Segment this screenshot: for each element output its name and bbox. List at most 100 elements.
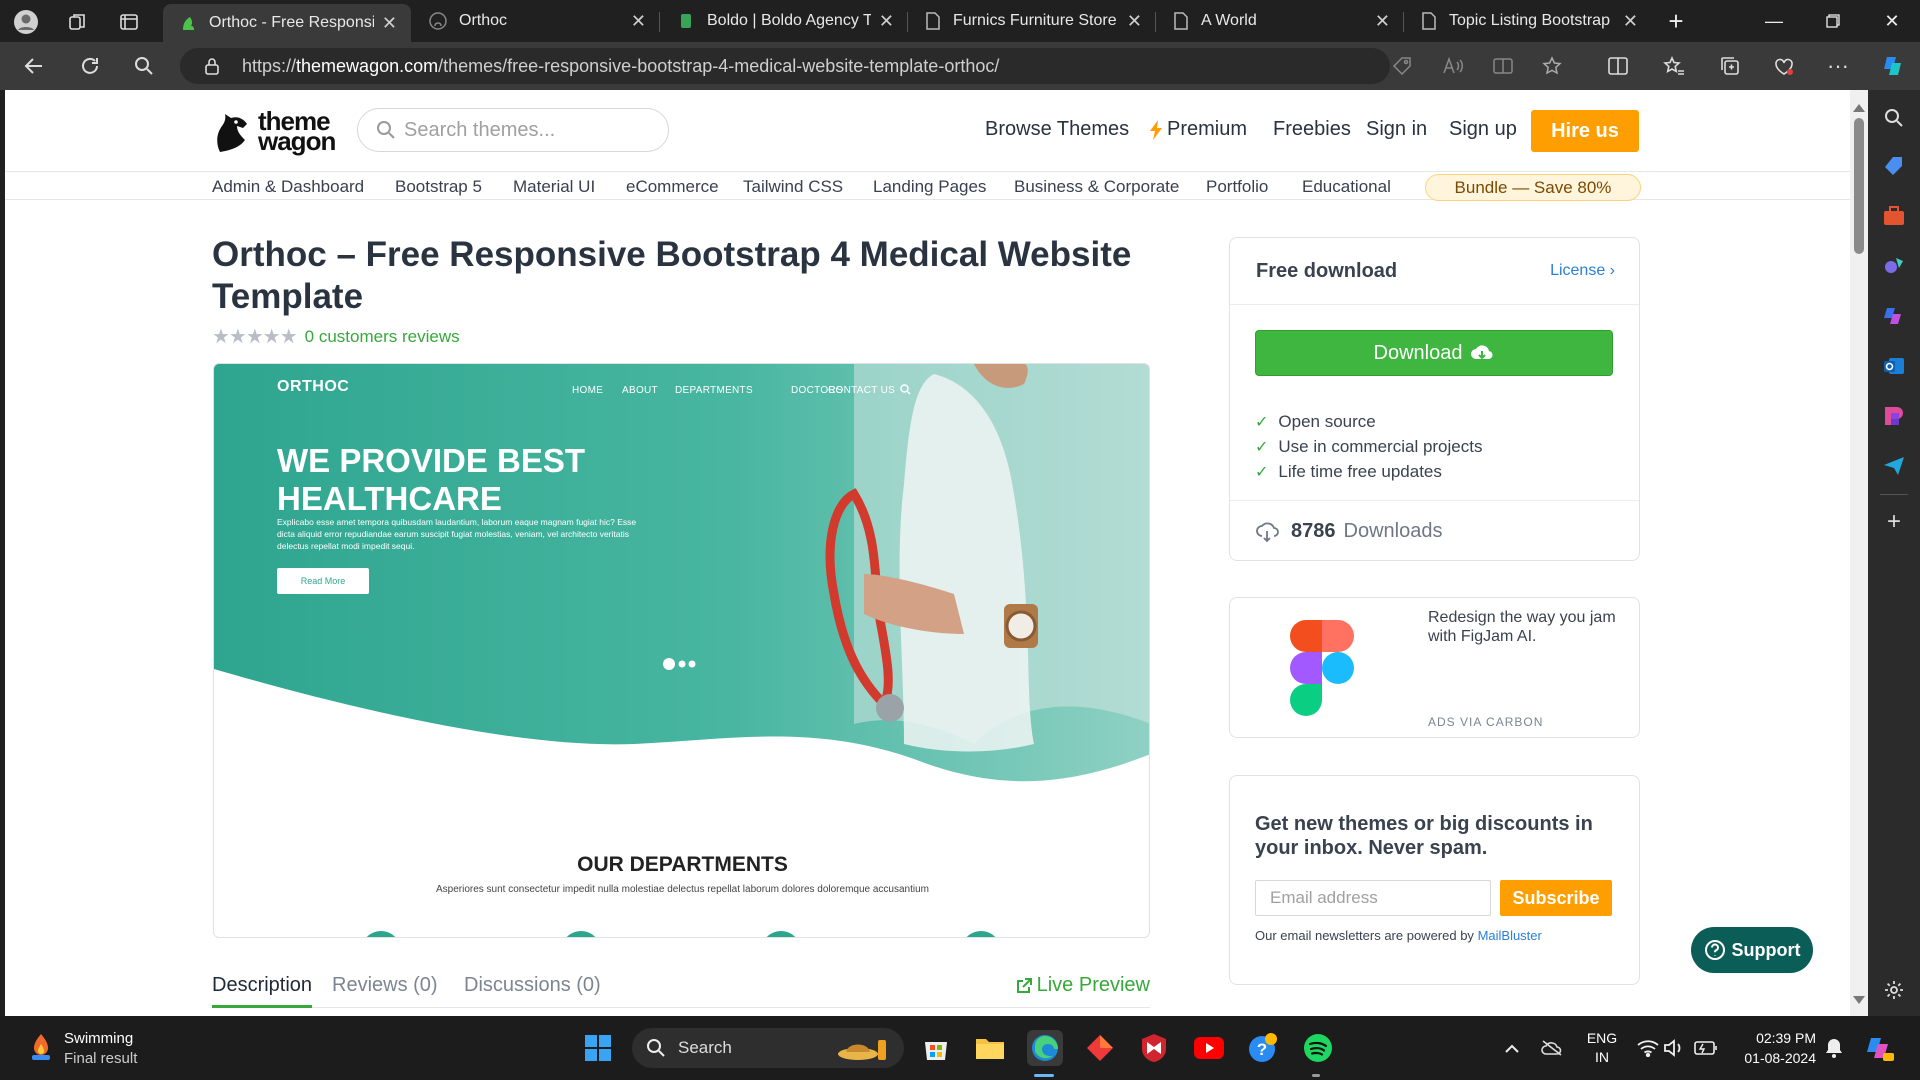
profile-icon[interactable] xyxy=(12,8,40,36)
search-icon[interactable] xyxy=(130,52,158,80)
lock-icon[interactable] xyxy=(204,57,220,75)
copilot-taskbar-icon[interactable] xyxy=(1862,1030,1898,1066)
scroll-down-icon[interactable] xyxy=(1853,996,1865,1004)
hire-us-button[interactable]: Hire us xyxy=(1531,110,1639,152)
category-portfolio[interactable]: Portfolio xyxy=(1206,177,1268,197)
workspaces-icon[interactable] xyxy=(64,8,92,36)
read-aloud-icon[interactable] xyxy=(1442,56,1464,76)
tag-icon[interactable] xyxy=(1392,56,1412,76)
diamond-app-icon[interactable] xyxy=(1082,1030,1118,1066)
add-sidebar-app-icon[interactable]: + xyxy=(1882,508,1906,535)
tab-furnics[interactable]: Furnics Furniture Store ✕ xyxy=(909,0,1156,42)
microsoft-store-icon[interactable] xyxy=(918,1030,954,1066)
category-ecommerce[interactable]: eCommerce xyxy=(626,177,719,197)
tab-boldo[interactable]: Boldo | Boldo Agency Ter ✕ xyxy=(661,0,908,42)
mailbluster-link[interactable]: MailBluster xyxy=(1478,928,1542,943)
tab-reviews[interactable]: Reviews (0) xyxy=(332,974,438,997)
license-link[interactable]: License › xyxy=(1550,262,1615,280)
star-rating-icon[interactable]: ★★★★★ xyxy=(212,324,298,349)
category-landing-pages[interactable]: Landing Pages xyxy=(873,177,986,197)
copilot-sidebar-icon[interactable] xyxy=(1882,304,1906,328)
download-button[interactable]: Download xyxy=(1255,330,1613,376)
close-tab-icon[interactable]: ✕ xyxy=(631,11,646,32)
category-material-ui[interactable]: Material UI xyxy=(513,177,595,197)
designer-icon[interactable] xyxy=(1882,404,1906,428)
close-tab-icon[interactable]: ✕ xyxy=(879,11,894,32)
show-hidden-icons[interactable] xyxy=(1494,1030,1530,1066)
shopping-tag-icon[interactable] xyxy=(1882,154,1906,178)
close-tab-icon[interactable]: ✕ xyxy=(1127,11,1142,32)
category-bootstrap-5[interactable]: Bootstrap 5 xyxy=(395,177,482,197)
browser-essentials-icon[interactable] xyxy=(1770,52,1798,80)
favorites-icon[interactable] xyxy=(1660,52,1688,80)
reviews-link[interactable]: 0 customers reviews xyxy=(305,327,460,347)
tab-description[interactable]: Description xyxy=(212,974,313,1008)
support-button[interactable]: Support xyxy=(1691,927,1813,973)
theme-preview-image[interactable]: ORTHOC HOME ABOUT DEPARTMENTS DOCTORS CO… xyxy=(213,363,1150,938)
volume-icon[interactable] xyxy=(1656,1030,1692,1066)
restore-button[interactable] xyxy=(1805,0,1861,42)
theme-search-box[interactable] xyxy=(357,108,669,152)
back-icon[interactable] xyxy=(20,52,48,80)
scroll-up-icon[interactable] xyxy=(1853,104,1865,112)
start-menu-icon[interactable] xyxy=(580,1030,616,1066)
nav-browse-themes[interactable]: Browse Themes xyxy=(985,118,1129,141)
collections-icon[interactable] xyxy=(1716,52,1744,80)
edge-taskbar-icon[interactable] xyxy=(1027,1030,1063,1066)
newsletter-email-input[interactable] xyxy=(1255,880,1491,916)
ads-via-carbon[interactable]: ADS VIA CARBON xyxy=(1428,715,1543,729)
tab-orthoc-free-responsive[interactable]: Orthoc - Free Responsive ✕ xyxy=(163,4,411,42)
nav-freebies[interactable]: Freebies xyxy=(1273,118,1351,141)
close-window-button[interactable]: ✕ xyxy=(1864,0,1920,42)
immersive-reader-icon[interactable] xyxy=(1492,56,1514,76)
get-help-icon[interactable]: ? xyxy=(1245,1030,1281,1066)
more-options-icon[interactable]: ··· xyxy=(1824,52,1852,80)
search-input[interactable] xyxy=(404,118,644,142)
favorite-star-icon[interactable] xyxy=(1542,56,1562,76)
tab-a-world[interactable]: A World ✕ xyxy=(1157,0,1404,42)
spotify-icon[interactable] xyxy=(1300,1030,1336,1066)
games-icon[interactable] xyxy=(1882,254,1906,278)
scrollbar-thumb[interactable] xyxy=(1854,118,1864,254)
language-indicator[interactable]: ENG IN xyxy=(1584,1030,1620,1065)
live-preview-link[interactable]: Live Preview xyxy=(1015,974,1150,997)
new-tab-button[interactable]: + xyxy=(1648,0,1704,42)
outlook-icon[interactable] xyxy=(1882,354,1906,378)
tools-briefcase-icon[interactable] xyxy=(1882,204,1906,228)
notifications-bell-icon[interactable] xyxy=(1816,1030,1852,1066)
refresh-icon[interactable] xyxy=(76,52,104,80)
url-bar[interactable]: https://themewagon.com/themes/free-respo… xyxy=(180,48,1562,84)
sidebar-search-icon[interactable] xyxy=(1882,106,1906,130)
page-scrollbar[interactable] xyxy=(1850,90,1868,1016)
split-screen-icon[interactable] xyxy=(1604,52,1632,80)
nav-sign-in[interactable]: Sign in xyxy=(1366,118,1427,141)
minimize-button[interactable]: — xyxy=(1746,0,1802,42)
youtube-icon[interactable] xyxy=(1191,1030,1227,1066)
nav-premium[interactable]: Premium xyxy=(1149,118,1247,141)
system-clock[interactable]: 02:39 PM 01-08-2024 xyxy=(1728,1030,1816,1066)
taskbar-search-box[interactable]: Search xyxy=(632,1028,904,1068)
tab-orthoc[interactable]: Orthoc ✕ xyxy=(413,0,660,42)
close-tab-icon[interactable]: ✕ xyxy=(382,13,397,34)
close-tab-icon[interactable]: ✕ xyxy=(1623,11,1638,32)
themewagon-logo[interactable]: theme wagon xyxy=(212,108,336,154)
category-tailwind-css[interactable]: Tailwind CSS xyxy=(743,177,843,197)
tab-topic-listing[interactable]: Topic Listing Bootstrap 5 ✕ xyxy=(1405,0,1652,42)
category-educational[interactable]: Educational xyxy=(1302,177,1391,197)
tab-actions-icon[interactable] xyxy=(115,8,143,36)
carbon-ad-card[interactable]: Redesign the way you jam with FigJam AI.… xyxy=(1229,597,1640,738)
battery-icon[interactable] xyxy=(1688,1030,1724,1066)
sidebar-settings-icon[interactable] xyxy=(1882,978,1906,1002)
close-tab-icon[interactable]: ✕ xyxy=(1375,11,1390,32)
nav-sign-up[interactable]: Sign up xyxy=(1449,118,1517,141)
file-explorer-icon[interactable] xyxy=(972,1030,1008,1066)
mcafee-icon[interactable] xyxy=(1136,1030,1172,1066)
category-business-corporate[interactable]: Business & Corporate xyxy=(1014,177,1179,197)
send-icon[interactable] xyxy=(1882,454,1906,478)
tab-discussions[interactable]: Discussions (0) xyxy=(464,974,601,997)
weather-widget[interactable] xyxy=(26,1032,56,1062)
bundle-sale-badge[interactable]: Bundle — Save 80% xyxy=(1425,174,1641,201)
copilot-icon[interactable] xyxy=(1880,52,1908,80)
ad-text[interactable]: Redesign the way you jam with FigJam AI. xyxy=(1428,608,1628,646)
category-admin-dashboard[interactable]: Admin & Dashboard xyxy=(212,177,364,197)
